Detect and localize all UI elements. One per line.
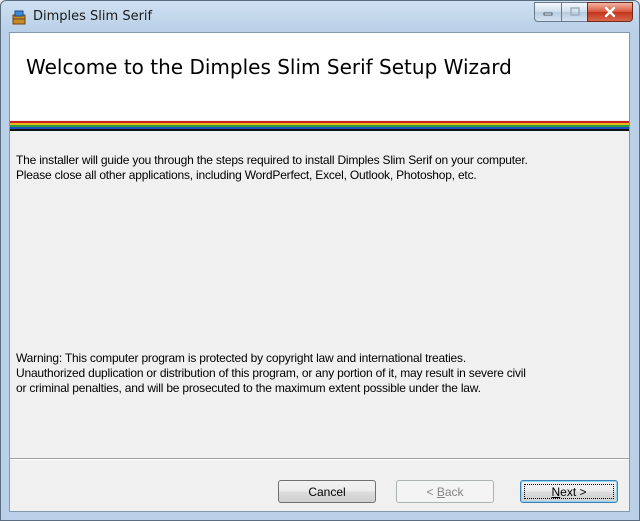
close-icon [604,6,616,18]
window-title: Dimples Slim Serif [33,9,153,24]
back-accelerator: B [436,484,445,499]
color-stripes [10,121,629,135]
warning-line-3: or criminal penalties, and will be prose… [16,381,481,395]
back-rest: ack [444,484,464,499]
minimize-icon [543,12,553,16]
footer-divider [10,458,629,460]
wizard-banner: Welcome to the Dimples Slim Serif Setup … [10,33,629,120]
back-button[interactable]: < Back [396,480,494,503]
installer-window: Dimples Slim Serif Welcome to the Dimple… [0,0,640,521]
warning-text: Warning: This computer program is protec… [16,351,621,396]
color-stripe [10,129,629,131]
caption-buttons [534,2,633,22]
close-button[interactable] [587,2,633,22]
minimize-button[interactable] [534,2,561,22]
back-button-label: < Back [426,485,463,499]
maximize-icon [569,7,580,16]
intro-text: The installer will guide you through the… [16,153,621,183]
installer-icon [11,9,27,25]
next-button[interactable]: Next > [520,480,618,503]
title-bar[interactable]: Dimples Slim Serif [1,1,639,33]
back-prefix: < [426,484,437,499]
focus-rect [524,484,614,499]
cancel-button[interactable]: Cancel [278,480,376,503]
warning-line-2: Unauthorized duplication or distribution… [16,366,526,380]
cancel-button-label: Cancel [308,484,346,499]
maximize-button[interactable] [561,2,587,22]
warning-line-1: Warning: This computer program is protec… [16,351,466,365]
intro-line-1: The installer will guide you through the… [16,153,528,167]
intro-line-2: Please close all other applications, inc… [16,168,477,182]
wizard-client-area: Welcome to the Dimples Slim Serif Setup … [9,32,630,512]
wizard-heading: Welcome to the Dimples Slim Serif Setup … [26,55,512,79]
